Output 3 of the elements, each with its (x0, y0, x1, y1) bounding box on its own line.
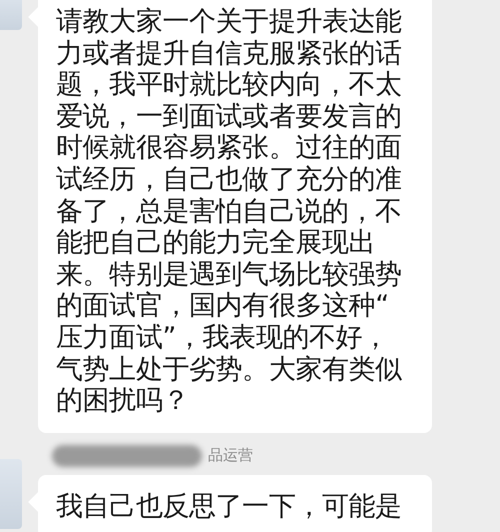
message-text: 请教大家一个关于提升表达能 力或者提升自信克服紧张的话 题，我平时就比较内向，不太 爱说，一到面试或者要发言的 时候就很容易紧张。过往的面 试经历，自己也做了充分的准 备了，总是害怕自己说的，不 能把自己的能力完全展现出 来。特别是遇到气场比较强势 的面试官，国内有很多这种“ 压力面试”，我表现的不好， 气势上处于劣势。大家有类似 的困扰吗？ (56, 6, 403, 417)
message-text: 我自己也反思了一下，可能是 (56, 490, 403, 522)
sender-name: 品运营 (208, 446, 253, 466)
